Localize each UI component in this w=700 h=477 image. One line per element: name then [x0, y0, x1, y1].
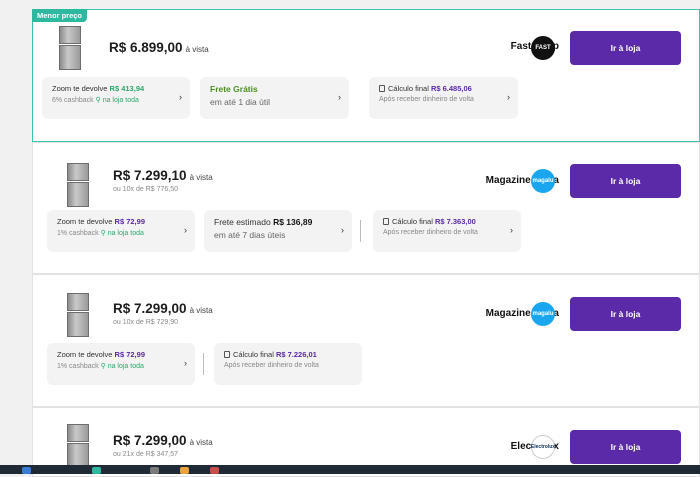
go-to-store-button[interactable]: Ir à loja — [570, 430, 681, 464]
calculator-icon — [383, 218, 389, 225]
final-subtitle: Após receber dinheiro de volta — [224, 362, 319, 369]
cashback-scope: na loja toda — [102, 97, 139, 104]
chevron-right-icon: › — [184, 225, 187, 235]
chevron-right-icon: › — [338, 92, 341, 102]
zoom-value: R$ 72,99 — [114, 350, 145, 359]
zoom-label: Zoom te devolve — [52, 84, 108, 93]
taskbar-app-icon[interactable] — [150, 467, 159, 474]
taskbar-app-icon[interactable] — [22, 467, 31, 474]
final-value: R$ 6.485,06 — [430, 84, 472, 93]
cashback-scope: na loja toda — [107, 363, 144, 370]
shipping-subtitle: em até 7 dias úteis — [214, 230, 286, 240]
product-thumbnail[interactable] — [67, 163, 89, 207]
offer-price: R$ 6.899,00 — [109, 40, 183, 55]
cashback-chip[interactable]: Zoom te devolve R$ 413,94 6% cashback ⚲ … — [42, 77, 190, 119]
payment-type: à vista — [189, 306, 213, 315]
divider — [203, 353, 204, 375]
payment-type: à vista — [185, 45, 209, 54]
fast-shop-logo: FAST — [531, 36, 555, 60]
product-thumbnail[interactable] — [67, 293, 89, 337]
best-price-badge: Menor preço — [32, 9, 88, 22]
go-to-store-button[interactable]: Ir à loja — [570, 31, 681, 65]
cashback-rate: 6% cashback — [52, 97, 94, 104]
shipping-chip[interactable]: Frete Grátis em até 1 dia útil › — [200, 77, 349, 119]
shipping-title: Frete estimado — [214, 217, 271, 227]
product-thumbnail[interactable] — [59, 26, 81, 70]
offers-page: Menor preço R$ 6.899,00 à vista Fast Sho… — [0, 0, 700, 477]
offer-price: R$ 7.299,10 — [113, 168, 187, 183]
final-calc-chip[interactable]: Cálculo final R$ 7.363,00 Após receber d… — [373, 210, 521, 252]
shipping-chip[interactable]: Frete estimado R$ 136,89 em até 7 dias ú… — [204, 210, 352, 252]
final-calc-chip[interactable]: Cálculo final R$ 7.226,01 Após receber d… — [214, 343, 362, 385]
go-to-store-button[interactable]: Ir à loja — [570, 297, 681, 331]
final-label: Cálculo final — [392, 217, 433, 226]
chevron-right-icon: › — [184, 358, 187, 368]
final-value: R$ 7.363,00 — [434, 217, 476, 226]
os-taskbar — [0, 465, 700, 474]
cashback-chip[interactable]: Zoom te devolve R$ 72,99 1% cashback ⚲ n… — [47, 210, 195, 252]
final-label: Cálculo final — [233, 350, 274, 359]
installment-text: ou 10x de R$ 776,50 — [113, 186, 178, 193]
product-thumbnail[interactable] — [67, 424, 89, 468]
chevron-right-icon: › — [510, 225, 513, 235]
pin-icon: ⚲ — [100, 230, 106, 237]
magazine-luiza-logo: magalu — [531, 169, 555, 193]
go-to-store-button[interactable]: Ir à loja — [570, 164, 681, 198]
electrolux-logo: Electrolux — [531, 435, 555, 459]
final-value: R$ 7.226,01 — [275, 350, 317, 359]
installment-text: ou 10x de R$ 729,90 — [113, 319, 178, 326]
calculator-icon — [379, 85, 385, 92]
zoom-value: R$ 413,94 — [109, 84, 145, 93]
chevron-right-icon: › — [507, 92, 510, 102]
zoom-value: R$ 72,99 — [114, 217, 145, 226]
payment-type: à vista — [189, 438, 213, 447]
calculator-icon — [224, 351, 230, 358]
magazine-luiza-logo: magalu — [531, 302, 555, 326]
payment-type: à vista — [189, 173, 213, 182]
divider — [360, 220, 361, 242]
cashback-rate: 1% cashback — [57, 363, 99, 370]
final-subtitle: Após receber dinheiro de volta — [379, 96, 474, 103]
pin-icon: ⚲ — [100, 363, 106, 370]
chevron-right-icon: › — [179, 92, 182, 102]
shipping-title: Frete Grátis — [210, 84, 258, 94]
final-calc-chip[interactable]: Cálculo final R$ 6.485,06 Após receber d… — [369, 77, 518, 119]
cashback-scope: na loja toda — [107, 230, 144, 237]
installment-text: ou 21x de R$ 347,57 — [113, 451, 178, 458]
offer-card-magazine-luiza: R$ 7.299,10 à vista ou 10x de R$ 776,50 … — [32, 142, 700, 274]
pin-icon: ⚲ — [95, 97, 101, 104]
chevron-right-icon: › — [341, 225, 344, 235]
taskbar-app-icon[interactable] — [92, 467, 101, 474]
zoom-label: Zoom te devolve — [57, 350, 113, 359]
zoom-label: Zoom te devolve — [57, 217, 113, 226]
cashback-rate: 1% cashback — [57, 230, 99, 237]
final-label: Cálculo final — [388, 84, 429, 93]
shipping-subtitle: em até 1 dia útil — [210, 97, 271, 107]
offer-price: R$ 7.299,00 — [113, 433, 187, 448]
taskbar-app-icon[interactable] — [210, 467, 219, 474]
shipping-value: R$ 136,89 — [273, 217, 313, 227]
final-subtitle: Após receber dinheiro de volta — [383, 229, 478, 236]
taskbar-app-icon[interactable] — [180, 467, 189, 474]
offer-price: R$ 7.299,00 — [113, 301, 187, 316]
cashback-chip[interactable]: Zoom te devolve R$ 72,99 1% cashback ⚲ n… — [47, 343, 195, 385]
offer-card-magazine-luiza: R$ 7.299,00 à vista ou 10x de R$ 729,90 … — [32, 274, 700, 407]
offer-card-fast-shop: Menor preço R$ 6.899,00 à vista Fast Sho… — [32, 9, 700, 142]
